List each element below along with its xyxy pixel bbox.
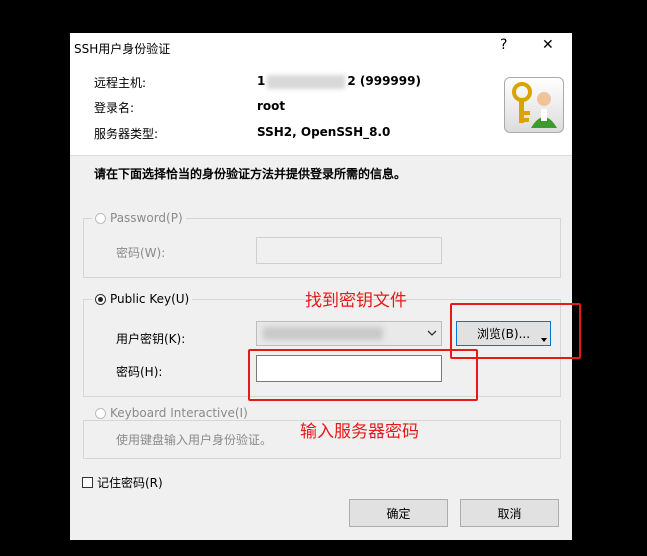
password-radio-option[interactable]: Password(P) — [92, 211, 186, 225]
ok-button[interactable]: 确定 — [349, 499, 448, 527]
kbd-radio-option[interactable]: Keyboard Interactive(I) — [92, 406, 251, 420]
password-radio[interactable] — [95, 212, 106, 224]
kbd-description: 使用键盘输入用户身份验证。 — [116, 433, 273, 447]
redacted-blur — [263, 327, 383, 340]
password-radio-label: Password(P) — [110, 211, 183, 225]
remote-host-label: 远程主机: — [94, 76, 147, 90]
server-type-value: SSH2, OpenSSH_8.0 — [257, 125, 391, 139]
cancel-button[interactable]: 取消 — [460, 499, 559, 527]
password-input[interactable] — [256, 237, 442, 264]
password-field-label: 密码(W): — [116, 246, 166, 260]
remember-password-option[interactable]: 记住密码(R) — [82, 474, 163, 491]
server-type-label: 服务器类型: — [94, 127, 159, 141]
user-key-select[interactable] — [256, 321, 442, 346]
annotation-box-passphrase — [248, 349, 478, 401]
redacted-blur — [267, 74, 346, 89]
kbd-radio-label: Keyboard Interactive(I) — [110, 406, 248, 420]
pubkey-radio[interactable] — [95, 293, 106, 305]
login-value: root — [257, 99, 286, 113]
remote-host-prefix: 1 — [257, 74, 266, 88]
close-button[interactable]: ✕ — [542, 37, 554, 53]
remember-password-label: 记住密码(R) — [97, 476, 163, 490]
divider — [70, 155, 572, 156]
pubkey-radio-label: Public Key(U) — [110, 292, 190, 306]
help-button[interactable]: ? — [500, 37, 507, 53]
annotation-find-key: 找到密钥文件 — [305, 291, 407, 311]
chevron-down-icon — [427, 330, 437, 336]
passphrase-label: 密码(H): — [116, 365, 163, 379]
remote-host-suffix: 2 (999999) — [347, 74, 421, 88]
keys-user-icon — [504, 77, 564, 133]
annotation-enter-password: 输入服务器密码 — [300, 422, 419, 442]
login-label: 登录名: — [94, 101, 135, 115]
kbd-radio[interactable] — [95, 407, 106, 419]
window-title: SSH用户身份验证 — [74, 42, 171, 56]
user-key-label: 用户密钥(K): — [116, 332, 186, 346]
remember-password-checkbox[interactable] — [82, 477, 93, 488]
remote-host-value: 1 2 (999999) — [257, 74, 421, 89]
pubkey-radio-option[interactable]: Public Key(U) — [92, 292, 193, 306]
instruction-text: 请在下面选择恰当的身份验证方法并提供登录所需的信息。 — [94, 167, 407, 181]
